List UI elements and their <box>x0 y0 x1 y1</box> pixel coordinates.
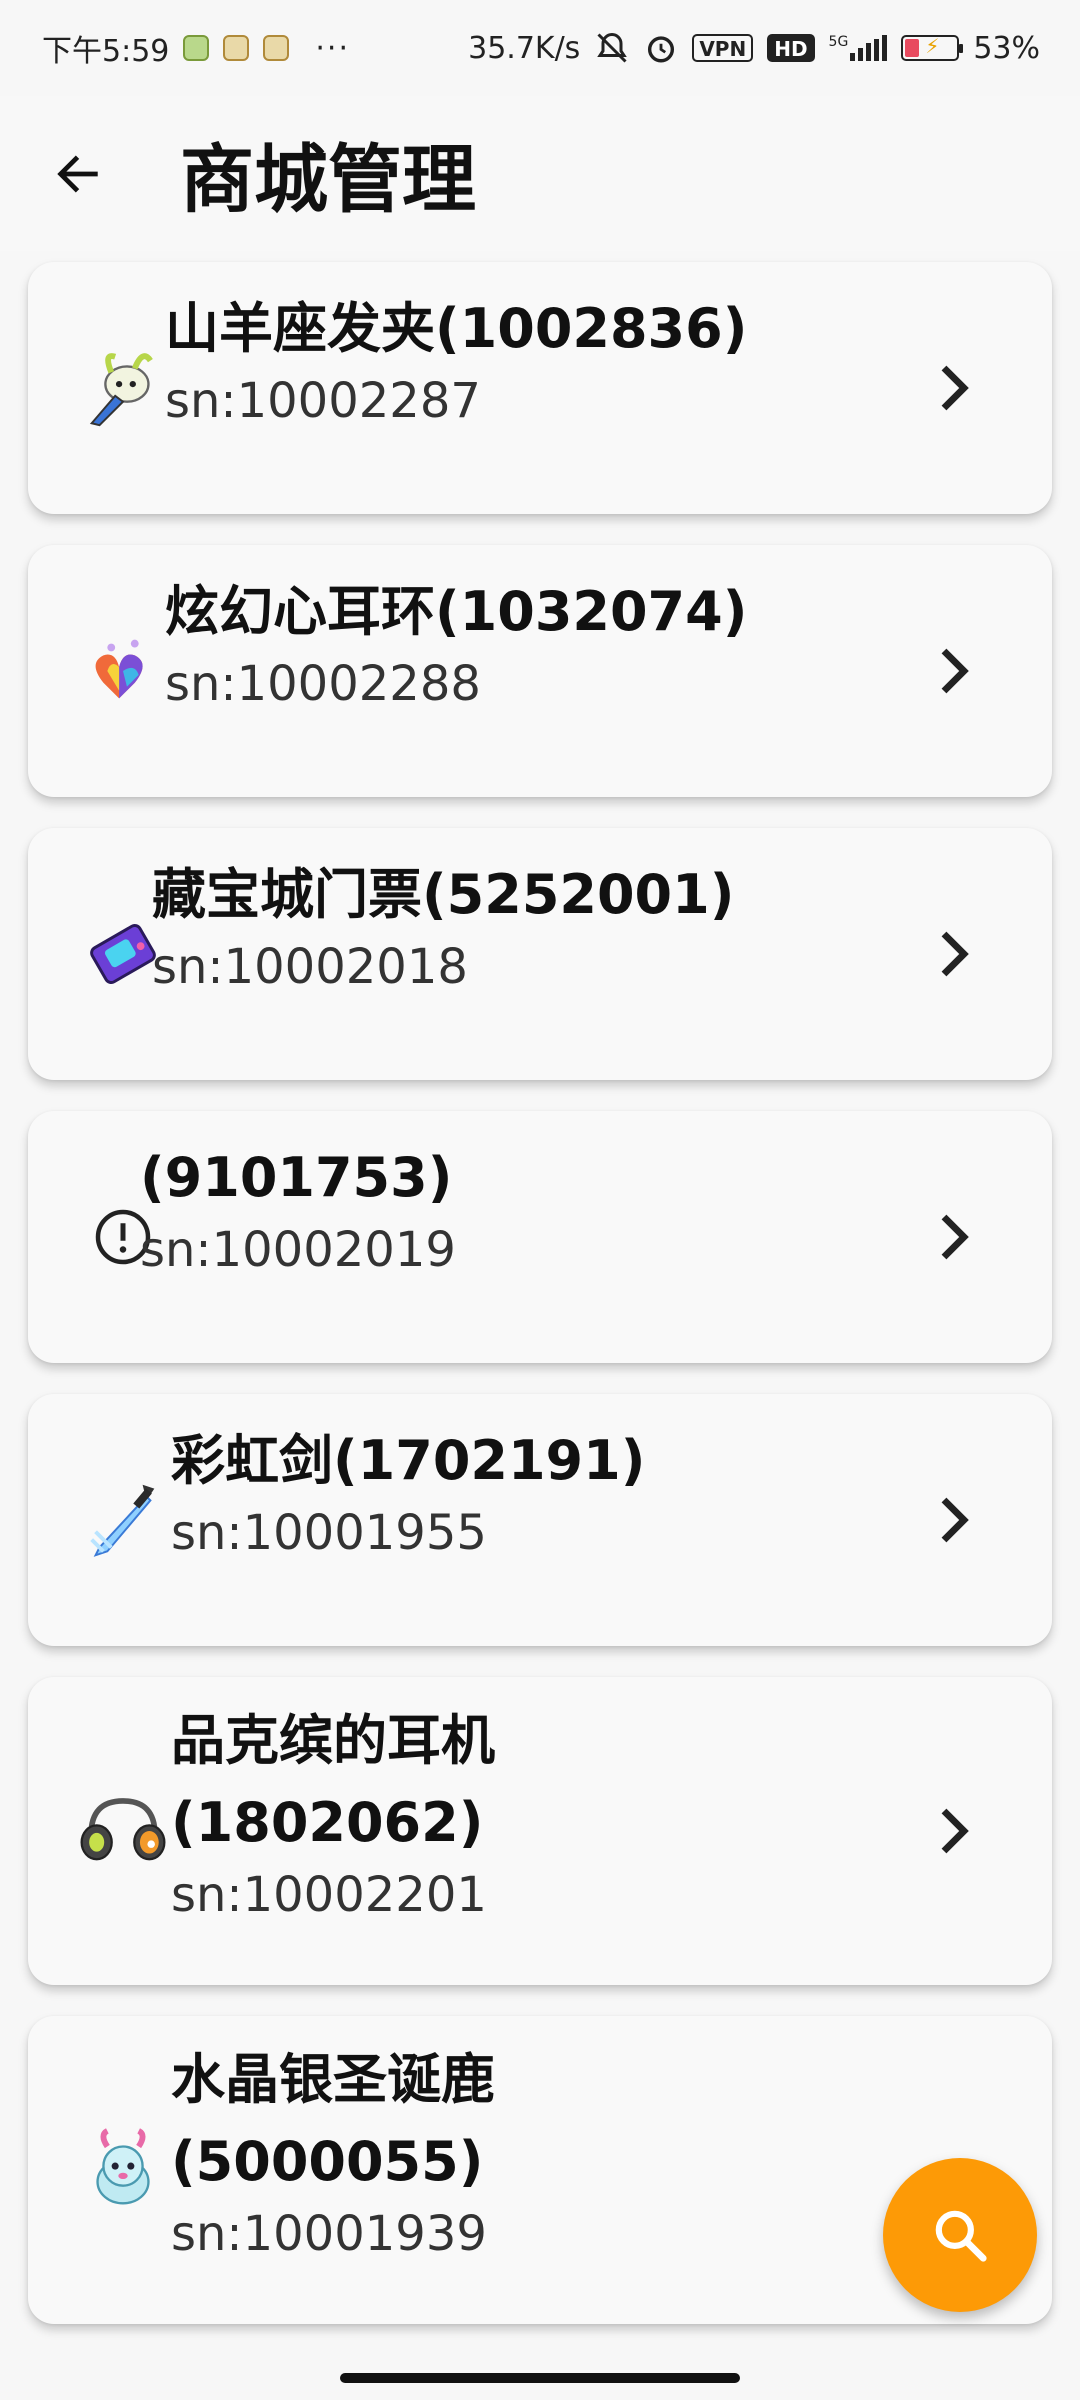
battery-icon: ⚡ <box>901 34 964 61</box>
item-sn: sn:10001955 <box>171 1505 487 1561</box>
item-sn: sn:10002287 <box>165 373 481 429</box>
signal-icon <box>850 35 888 61</box>
item-name-line1: 品克缤的耳机 <box>171 1709 495 1772</box>
list-item[interactable]: 彩虹剑(1702191) sn:10001955 <box>28 1394 1052 1646</box>
item-name: 彩虹剑(1702191) <box>171 1429 646 1492</box>
notification-app-icon <box>223 35 250 61</box>
item-sn: sn:10002201 <box>171 1867 487 1923</box>
list-item[interactable]: 品克缤的耳机 (1802062) sn:10002201 <box>28 1677 1052 1985</box>
item-name-line2: (5000055) <box>171 2130 484 2193</box>
search-icon <box>935 2210 987 2262</box>
crystal-deer-icon <box>76 2123 170 2217</box>
item-name: 山羊座发夹(1002836) <box>165 297 748 360</box>
list-item[interactable]: 山羊座发夹(1002836) sn:10002287 <box>28 262 1052 514</box>
arrow-left-icon <box>57 154 98 193</box>
list-item[interactable]: 炫幻心耳环(1032074) sn:10002288 <box>28 545 1052 797</box>
search-button[interactable] <box>883 2158 1037 2312</box>
network-speed: 35.7K/s <box>468 30 581 66</box>
page-title: 商城管理 <box>180 137 476 223</box>
hd-indicator: HD <box>767 34 815 62</box>
battery-percent: 53% <box>973 30 1040 66</box>
headphones-icon <box>76 1784 170 1878</box>
item-name: 藏宝城门票(5252001) <box>152 863 735 926</box>
notification-app-icon <box>183 35 210 61</box>
item-sn: sn:10002019 <box>140 1222 456 1278</box>
status-bar: 下午5:59 ··· 35.7K/s VPN HD 5G ⚡ 53% <box>0 0 1080 96</box>
list-item[interactable]: 藏宝城门票(5252001) sn:10002018 <box>28 828 1052 1080</box>
item-list: 山羊座发夹(1002836) sn:10002287 炫幻心耳环(1032074… <box>28 262 1052 2355</box>
alarm-icon <box>648 36 675 63</box>
item-name-line2: (1802062) <box>171 1791 484 1854</box>
item-sn: sn:10002018 <box>152 939 468 995</box>
status-time: 下午5:59 <box>42 34 170 69</box>
item-name: 炫幻心耳环(1032074) <box>165 580 748 643</box>
chevron-right-icon <box>941 931 969 977</box>
chevron-right-icon <box>941 648 969 694</box>
item-name-line1: 水晶银圣诞鹿 <box>171 2048 495 2111</box>
mute-icon <box>597 32 628 63</box>
goat-hairpin-icon <box>76 341 170 435</box>
list-item[interactable]: (9101753) sn:10002019 <box>28 1111 1052 1363</box>
chevron-right-icon <box>941 1497 969 1543</box>
home-indicator[interactable] <box>340 2373 740 2383</box>
back-button[interactable] <box>38 134 118 214</box>
vpn-indicator: VPN <box>692 34 754 62</box>
rainbow-sword-icon <box>76 1473 170 1567</box>
rainbow-heart-earring-icon <box>76 624 170 718</box>
app-bar: 商城管理 <box>0 96 1080 251</box>
chevron-right-icon <box>941 1808 969 1854</box>
notification-app-icon <box>263 35 290 61</box>
more-notifications-icon: ··· <box>315 30 350 66</box>
item-sn: sn:10001939 <box>171 2206 487 2262</box>
item-sn: sn:10002288 <box>165 656 481 712</box>
chevron-right-icon <box>941 365 969 411</box>
item-name: (9101753) <box>140 1146 453 1209</box>
chevron-right-icon <box>941 1214 969 1260</box>
network-type: 5G <box>828 34 849 50</box>
